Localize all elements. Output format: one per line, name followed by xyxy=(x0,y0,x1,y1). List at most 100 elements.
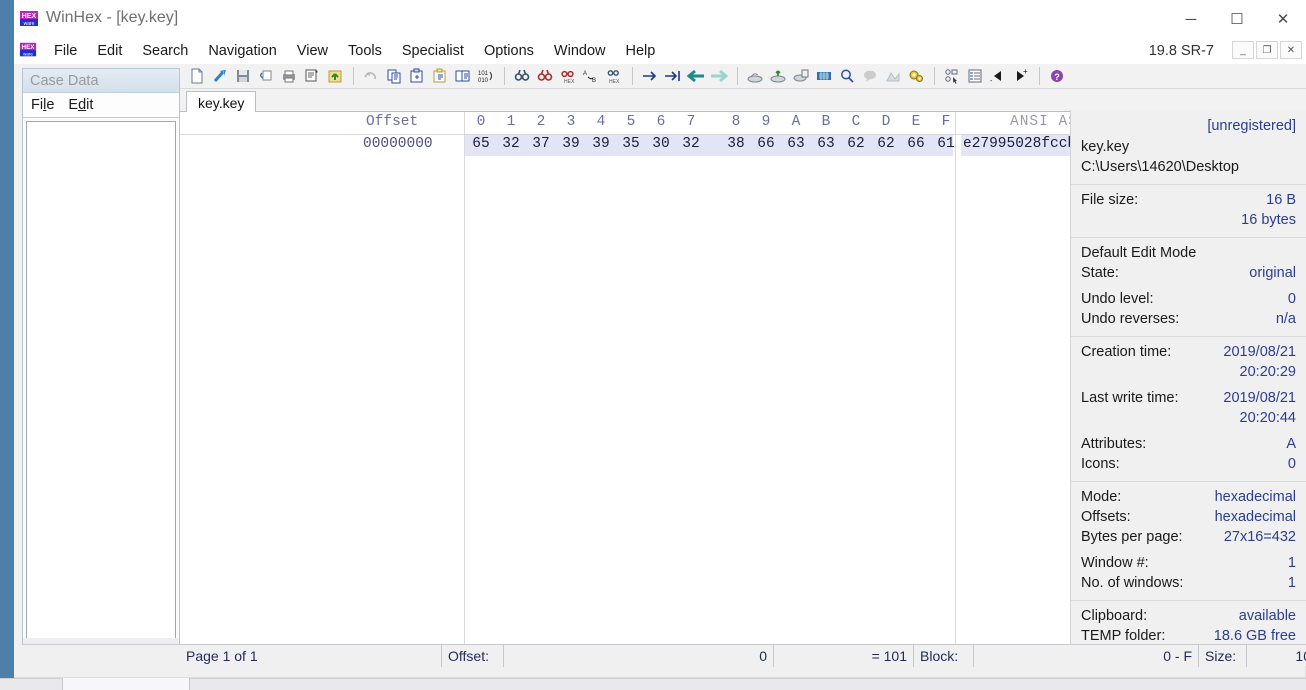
detail-key-window-number: Window #: xyxy=(1081,555,1149,571)
hex-byte-5[interactable]: 35 xyxy=(616,136,646,152)
file-properties-icon[interactable] xyxy=(301,65,323,87)
hex-byte-11[interactable]: 63 xyxy=(811,136,841,152)
save-icon[interactable] xyxy=(232,65,254,87)
svg-text:ware: ware xyxy=(24,21,35,27)
menu-item-specialist[interactable]: Specialist xyxy=(392,40,474,62)
detail-default-edit-mode: Default Edit Mode xyxy=(1081,245,1197,261)
detail-row-state: State: original xyxy=(1081,263,1296,283)
next-item-icon[interactable]: + xyxy=(1010,65,1032,87)
hex-col-1: 1 xyxy=(506,114,516,130)
print-icon[interactable] xyxy=(278,65,300,87)
case-data-panel: Case Data File Edit xyxy=(22,68,180,655)
find-all-icon[interactable] xyxy=(534,65,556,87)
menu-item-file[interactable]: File xyxy=(44,40,87,62)
hex-byte-6[interactable]: 30 xyxy=(646,136,676,152)
new-file-icon[interactable] xyxy=(186,65,208,87)
hex-byte-2[interactable]: 37 xyxy=(526,136,556,152)
print-preview-icon[interactable] xyxy=(255,65,277,87)
replace-text-icon[interactable]: AB xyxy=(580,65,602,87)
hex-byte-1[interactable]: 32 xyxy=(496,136,526,152)
detail-key-clipboard: Clipboard: xyxy=(1081,608,1148,624)
magnifier-icon[interactable] xyxy=(836,65,858,87)
nav-forward-icon[interactable] xyxy=(708,65,730,87)
svg-text:HEX: HEX xyxy=(609,79,620,84)
svg-text:+: + xyxy=(1023,68,1028,76)
hex-byte-12[interactable]: 62 xyxy=(841,136,871,152)
detail-key-bytes-per-page: Bytes per page: xyxy=(1081,529,1183,545)
histogram-icon[interactable] xyxy=(882,65,904,87)
case-data-header: Case Data xyxy=(23,69,179,93)
menu-item-window[interactable]: Window xyxy=(544,40,616,62)
comment-icon[interactable] xyxy=(859,65,881,87)
find-text-icon[interactable] xyxy=(511,65,533,87)
hex-byte-13[interactable]: 62 xyxy=(871,136,901,152)
detail-val-undo-level: 0 xyxy=(1287,291,1296,307)
hex-byte-cells[interactable]: 65 32 37 39 39 35 30 32 38 66 63 63 62 62 66 61 xyxy=(466,136,961,152)
mdi-restore-button[interactable]: ❐ xyxy=(1256,41,1278,59)
nav-back-icon[interactable] xyxy=(685,65,707,87)
taskbar-strip[interactable] xyxy=(0,678,1306,690)
main-toolbar: 101 010 HEX AB HEX - + ? xyxy=(180,64,1306,89)
document-tab-strip: key.key xyxy=(180,89,1306,113)
detail-val-icons: 0 xyxy=(1287,456,1296,472)
hex-byte-14[interactable]: 66 xyxy=(901,136,931,152)
binary-data-icon[interactable]: 101 010 xyxy=(475,65,497,87)
copy-block-icon[interactable] xyxy=(452,65,474,87)
select-objects-icon[interactable] xyxy=(941,65,963,87)
toolbar-separator xyxy=(737,67,738,85)
menu-item-options[interactable]: Options xyxy=(474,40,544,62)
undo-icon[interactable] xyxy=(360,65,382,87)
paste-clipboard-icon[interactable] xyxy=(406,65,428,87)
hex-byte-10[interactable]: 63 xyxy=(781,136,811,152)
menu-item-help[interactable]: Help xyxy=(616,40,666,62)
open-file-icon[interactable] xyxy=(209,65,231,87)
menu-item-navigation[interactable]: Navigation xyxy=(198,40,287,62)
close-button[interactable]: ✕ xyxy=(1260,0,1306,38)
directory-browser-icon[interactable] xyxy=(964,65,986,87)
clone-disk-icon[interactable] xyxy=(767,65,789,87)
menu-item-tools[interactable]: Tools xyxy=(338,40,392,62)
svg-text:010: 010 xyxy=(478,78,489,84)
mdi-minimize-button[interactable]: _ xyxy=(1232,41,1254,59)
hex-byte-7[interactable]: 32 xyxy=(676,136,706,152)
help-icon[interactable]: ? xyxy=(1046,65,1068,87)
hex-byte-3[interactable]: 39 xyxy=(556,136,586,152)
find-hex-icon[interactable]: HEX xyxy=(557,65,579,87)
window-controls: ─ ☐ ✕ xyxy=(1168,0,1306,38)
menu-item-edit[interactable]: Edit xyxy=(87,40,132,62)
open-disk-icon[interactable] xyxy=(744,65,766,87)
hex-byte-15[interactable]: 61 xyxy=(931,136,961,152)
minimize-button[interactable]: ─ xyxy=(1168,0,1214,38)
row-offset-value: 00000000 xyxy=(363,136,433,152)
detail-key-attributes: Attributes: xyxy=(1081,436,1147,452)
mdi-close-button[interactable]: ✕ xyxy=(1280,41,1302,59)
svg-text:?: ? xyxy=(1054,72,1060,82)
hex-byte-8[interactable]: 38 xyxy=(721,136,751,152)
detail-val-file-size: 16 B xyxy=(1266,192,1296,208)
case-menu-file[interactable]: File xyxy=(31,97,54,113)
goto-offset-icon[interactable] xyxy=(639,65,661,87)
maximize-button[interactable]: ☐ xyxy=(1214,0,1260,38)
goto-end-icon[interactable] xyxy=(662,65,684,87)
raid-icon[interactable] xyxy=(813,65,835,87)
taskbar-item[interactable] xyxy=(62,678,190,690)
replace-hex-icon[interactable]: HEX xyxy=(603,65,625,87)
open-folder-icon[interactable] xyxy=(324,65,346,87)
disk-image-icon[interactable] xyxy=(790,65,812,87)
detail-val-last-write-date: 2019/08/21 xyxy=(1223,390,1296,406)
detail-key-no-of-windows: No. of windows: xyxy=(1081,575,1184,591)
prev-item-icon[interactable]: - xyxy=(987,65,1009,87)
copy-icon[interactable] xyxy=(383,65,405,87)
clipboard-write-icon[interactable] xyxy=(429,65,451,87)
case-menu-edit[interactable]: Edit xyxy=(68,97,93,113)
detail-key-undo-level: Undo level: xyxy=(1081,291,1154,307)
menu-item-view[interactable]: View xyxy=(287,40,338,62)
hex-byte-9[interactable]: 66 xyxy=(751,136,781,152)
toolbar-separator xyxy=(1039,67,1040,85)
hex-byte-0[interactable]: 65 xyxy=(466,136,496,152)
menu-item-search[interactable]: Search xyxy=(132,40,198,62)
document-tab-key-key[interactable]: key.key xyxy=(186,91,257,113)
gears-icon[interactable] xyxy=(905,65,927,87)
case-data-tree[interactable] xyxy=(26,121,176,649)
hex-byte-4[interactable]: 39 xyxy=(586,136,616,152)
